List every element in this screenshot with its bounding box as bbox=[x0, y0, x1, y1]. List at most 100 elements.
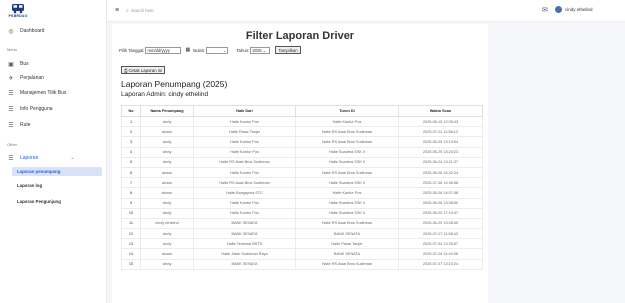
date-field[interactable]: mm/dd/yyyy bbox=[145, 46, 182, 54]
avatar[interactable] bbox=[555, 6, 562, 13]
table-cell: 2025-05-26 14:07:58 bbox=[398, 187, 483, 199]
table-cell: cindy ethelind bbox=[140, 217, 194, 230]
table-cell: Halte Suadera SSK II bbox=[295, 177, 399, 189]
user-name[interactable]: cindy ethelind bbox=[565, 7, 593, 12]
search-placeholder: Search here bbox=[130, 8, 154, 13]
table-cell: 5 bbox=[121, 156, 141, 168]
table-cell: Halte Kantor Pos bbox=[193, 207, 296, 219]
table-cell: Halte Jalan Sudirman Raya bbox=[193, 248, 296, 260]
column-header-turun-di: Turun Di bbox=[295, 105, 399, 117]
table-cell: 2025-07-04 11:44:36 bbox=[398, 248, 483, 260]
chevron-down-icon: ⌄ bbox=[222, 47, 227, 53]
table-row: 11 cindy ethelind BANK SENATA Halte RS Awal… bbox=[121, 217, 483, 230]
table-row: 13 cindy Halte Terminal BRTS Halte Pasar Ta… bbox=[121, 238, 483, 250]
column-header-no: No bbox=[121, 105, 141, 117]
chevron-down-icon: ⌄ bbox=[70, 155, 75, 161]
month-label: Bulan: bbox=[193, 47, 206, 53]
month-select[interactable]: ⌄ bbox=[206, 46, 229, 54]
table-cell: Halte Suadera SSK II bbox=[295, 207, 399, 219]
table-cell: alvaro bbox=[140, 166, 194, 179]
bus-icon: ▣ bbox=[8, 61, 14, 68]
list-icon: ☰ bbox=[8, 155, 14, 162]
sidebar-subitem-laporan-log[interactable]: Laporan log bbox=[12, 181, 102, 190]
list-icon: ☰ bbox=[8, 90, 14, 97]
chevron-down-icon: ⌄ bbox=[262, 47, 267, 53]
sidebar-item-perjalanan[interactable]: ✈ Perjalanan bbox=[0, 73, 106, 83]
sidebar-subitem-laporan-pengunjung[interactable]: Laporan Pengunjung bbox=[12, 197, 102, 206]
table-cell: cindy bbox=[140, 146, 194, 158]
calendar-icon[interactable]: ▦ bbox=[185, 47, 190, 53]
table-cell: 2025-06-26 15:42:24 bbox=[398, 166, 483, 179]
table-cell: Halte RS Awal Bros Sudirman bbox=[193, 177, 296, 189]
sidebar-section-other: Other bbox=[7, 142, 18, 147]
table-cell: cindy bbox=[140, 136, 194, 148]
table-cell: alvaro bbox=[140, 177, 194, 189]
table-cell: cindy bbox=[140, 207, 194, 219]
sidebar-item-label: Bus bbox=[20, 61, 29, 67]
table-cell: 7 bbox=[121, 177, 141, 189]
table-cell: Halte RS Awal Bros Sudirman bbox=[295, 136, 399, 148]
sidebar-item-dashboard[interactable]: ◎ Dashboard bbox=[0, 26, 106, 36]
search-input[interactable]: ⌕ Search here bbox=[126, 7, 196, 14]
table-cell: Halte Kantor Pos bbox=[193, 136, 296, 148]
table-row: 6 alvaro Halte Kantor Pos Halte RS Awal Bro… bbox=[121, 166, 483, 179]
table-cell: 12 bbox=[121, 228, 141, 240]
table-row: 10 cindy Halte Kantor Pos Halte Suadera SSK… bbox=[121, 207, 483, 219]
table-cell: cindy bbox=[140, 115, 194, 128]
topbar: ≡ ⌕ Search here ✉ cindy ethelind bbox=[107, 0, 625, 22]
sidebar-item-info-pengguna[interactable]: ☰ Info Pengguna bbox=[0, 104, 106, 114]
table-cell: 2025-05-29 13:13:54 bbox=[398, 136, 483, 148]
table-cell: 2025-06-24 13:21:37 bbox=[398, 156, 483, 168]
table-cell: Halte Suadera SSK II bbox=[295, 146, 399, 158]
table-cell: alvaro bbox=[140, 248, 194, 260]
tampilkan-button[interactable]: Tampilkan bbox=[275, 46, 301, 54]
table-cell: Halte Kantor Pos bbox=[193, 115, 296, 128]
column-header-nama: Nama Penumpang bbox=[140, 105, 194, 117]
table-cell: Halte Kantor Pos bbox=[295, 187, 399, 199]
bus-logo-icon bbox=[12, 4, 24, 14]
year-select-value: 2025 bbox=[252, 47, 262, 53]
table-cell: 14 bbox=[121, 248, 141, 260]
brand-name: PKBRDAO bbox=[8, 14, 28, 18]
mail-icon[interactable]: ✉ bbox=[542, 6, 548, 14]
sidebar-item-laporan[interactable]: ☰ Laporan ⌄ bbox=[0, 153, 106, 163]
year-select[interactable]: 2025 ⌄ bbox=[250, 46, 271, 54]
table-cell: cindy bbox=[140, 238, 194, 250]
hamburger-menu-icon[interactable]: ≡ bbox=[115, 7, 119, 14]
filter-form: Pilih Tanggal: mm/dd/yyyy ▦ Bulan: ⌄ Tah… bbox=[119, 46, 301, 54]
table-cell: cindy bbox=[140, 258, 194, 270]
table-cell: cindy bbox=[140, 156, 194, 168]
list-icon: ☰ bbox=[8, 122, 14, 129]
sidebar: PKBRDAO ◎ Dashboard Menu ▣ Bus ✈ Perjala… bbox=[0, 0, 107, 303]
table-cell: Halte Pasar Tanjer bbox=[295, 238, 399, 250]
table-cell: 2025-06-10 12:05:43 bbox=[398, 115, 483, 128]
table-cell: BANK SENATA bbox=[295, 248, 399, 260]
print-report-button[interactable]: ⎙ Cetak Laporan ini bbox=[121, 66, 166, 74]
table-cell: Halte Suadera SSK II bbox=[295, 156, 399, 168]
table-cell: Halte RS Awal Bros Sudirman bbox=[295, 258, 399, 270]
column-header-naik-dari: Naik Dari bbox=[193, 105, 296, 117]
brand-logo[interactable]: PKBRDAO bbox=[7, 3, 29, 21]
table-row: 3 cindy Halte Kantor Pos Halte RS Awal Bros… bbox=[121, 136, 483, 148]
table-cell: alvaro bbox=[140, 187, 194, 199]
sidebar-subitem-laporan-penumpang[interactable]: Laporan penumpang bbox=[12, 167, 102, 176]
table-cell: BANK SENATA bbox=[193, 217, 296, 230]
page-title: Filter Laporan Driver bbox=[245, 30, 355, 42]
table-cell: 15 bbox=[121, 258, 141, 270]
sidebar-item-manajemen-titik-bus[interactable]: ☰ Manajemen Titik Bus bbox=[0, 88, 106, 98]
search-icon: ⌕ bbox=[126, 7, 129, 14]
report-card: Filter Laporan Driver Pilih Tanggal: mm/… bbox=[112, 24, 488, 303]
sidebar-item-rute[interactable]: ☰ Rute bbox=[0, 120, 106, 130]
table-cell: cindy bbox=[140, 197, 194, 209]
sidebar-item-bus[interactable]: ▣ Bus bbox=[0, 59, 106, 69]
table-row: 15 cindy BANK SENATA Halte RS Awal Bros Sud… bbox=[121, 258, 483, 270]
table-cell: Halte Terminal BRTS bbox=[193, 238, 296, 250]
sidebar-item-label: Rute bbox=[20, 122, 31, 128]
table-cell: Halte Kantor Pos bbox=[193, 166, 296, 179]
table-row: 2 alvaro Halte Pasar Tanjer Halte RS Awal B… bbox=[121, 126, 483, 138]
table-cell: 2025-06-20 17:10:47 bbox=[398, 207, 483, 219]
table-cell: 2025-07-04 13:25:57 bbox=[398, 238, 483, 250]
table-cell: 8 bbox=[121, 187, 141, 199]
table-cell: 4 bbox=[121, 146, 141, 158]
table-cell: Halte RS Awal Bros Sudirman bbox=[295, 126, 399, 138]
